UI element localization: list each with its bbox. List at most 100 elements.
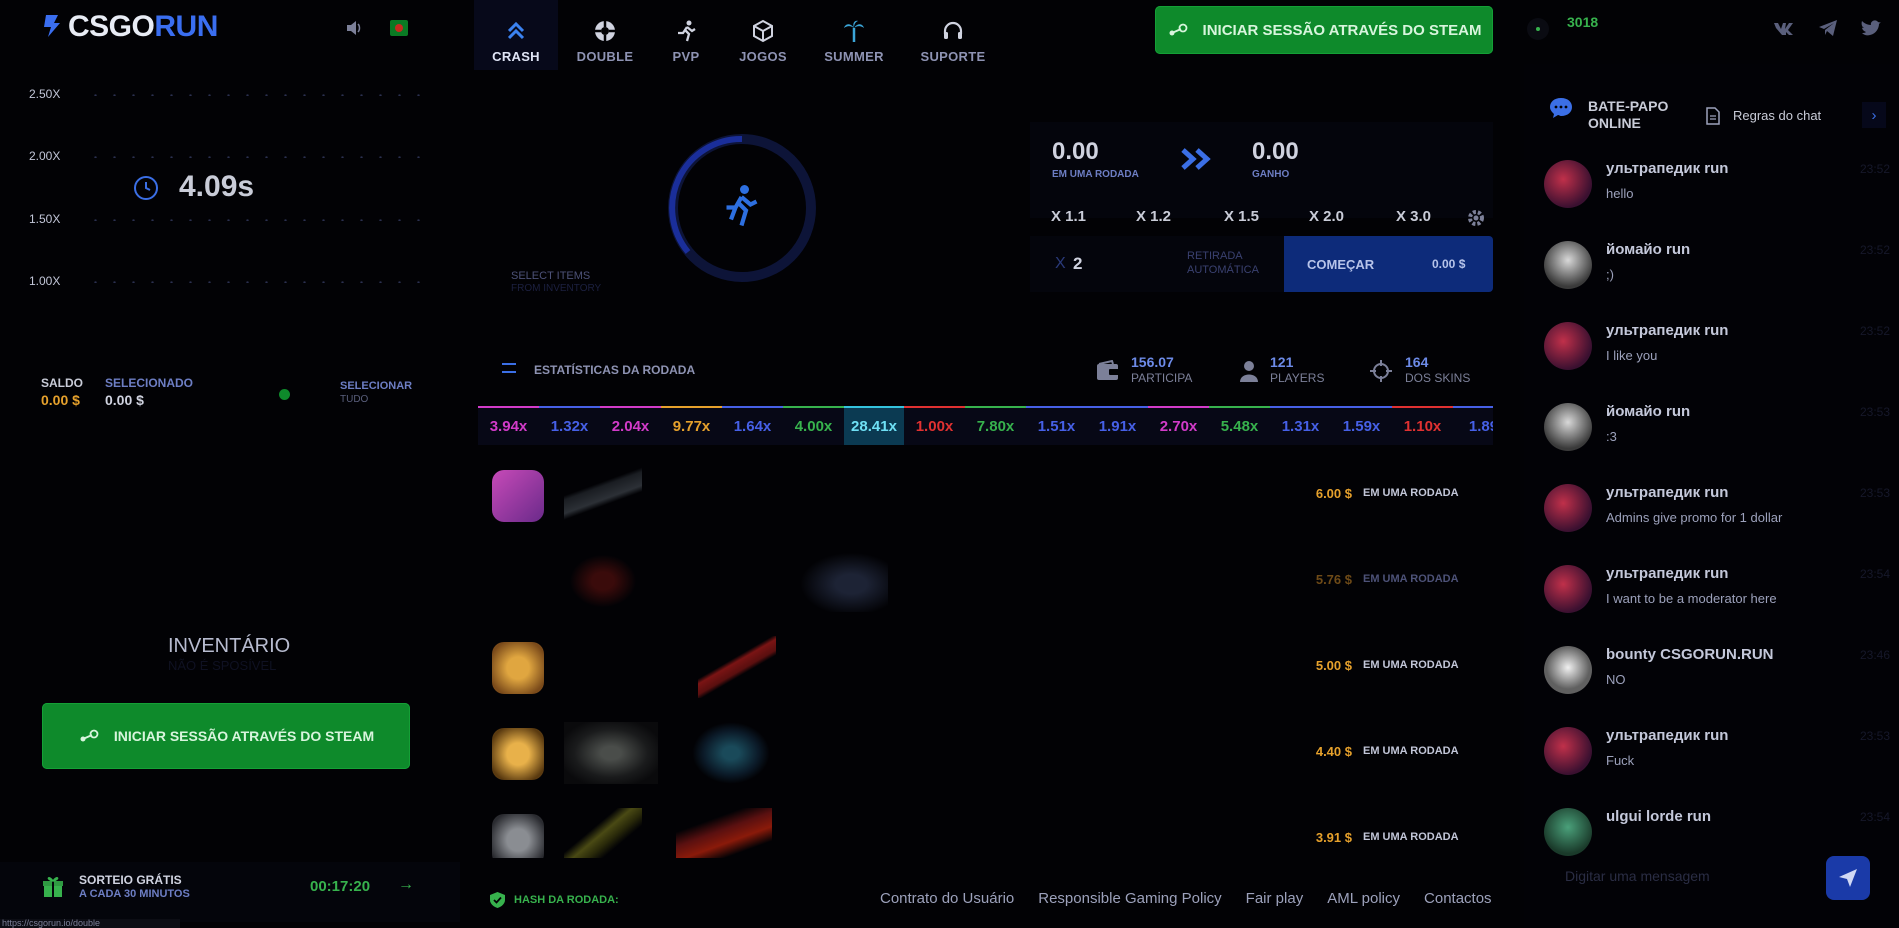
avatar[interactable]	[1544, 322, 1592, 370]
vk-icon[interactable]	[1773, 20, 1795, 36]
avatar[interactable]	[1544, 403, 1592, 451]
avatar[interactable]	[1544, 484, 1592, 532]
chat-rules-link[interactable]: Regras do chat	[1733, 108, 1821, 123]
avatar[interactable]	[1544, 565, 1592, 613]
multiplier-chip: 1.89	[1453, 406, 1493, 445]
nav-suporte[interactable]: SUPORTE	[912, 0, 994, 70]
quick-multiplier-button[interactable]: X 2.0	[1309, 208, 1344, 225]
bet-label: EM UMA RODADA	[1363, 487, 1459, 499]
graph-y-label: 1.00X	[29, 274, 61, 288]
bet-amount: 4.40 $	[1315, 744, 1352, 759]
chat-username[interactable]: ulgui lorde run	[1606, 808, 1711, 825]
shield-check-icon	[490, 892, 505, 908]
chat-username[interactable]: ультрапедик run	[1606, 727, 1728, 744]
crosshair-icon	[1370, 360, 1392, 382]
cube-icon	[753, 19, 773, 43]
select-items-hint: SELECT ITEMS	[511, 270, 591, 282]
footer-links: Contrato do Usuário Responsible Gaming P…	[880, 890, 1492, 907]
inventory-title: INVENTÁRIO	[168, 635, 291, 657]
stat-players: 121	[1270, 354, 1294, 370]
nav-double[interactable]: DOUBLE	[570, 0, 640, 70]
auto-cashout-prefix: X	[1055, 255, 1066, 272]
nav-summer[interactable]: SUMMER	[815, 0, 893, 70]
chat-title: BATE-PAPO ONLINE	[1588, 98, 1669, 131]
quick-multiplier-button[interactable]: X 1.1	[1051, 208, 1086, 225]
chat-username[interactable]: ультрапедик run	[1606, 160, 1728, 177]
skin-image	[564, 722, 658, 784]
start-button-amount: 0.00 $	[1432, 257, 1466, 271]
chat-username[interactable]: ультрапедик run	[1606, 484, 1728, 501]
chat-username[interactable]: йомайо run	[1606, 241, 1690, 258]
graph-y-label: 2.50X	[29, 87, 61, 101]
multiplier-chip: 1.91x	[1087, 406, 1148, 445]
quick-multiplier-button[interactable]: X 1.5	[1224, 208, 1259, 225]
chat-username[interactable]: bounty CSGORUN.RUN	[1606, 646, 1774, 663]
multiplier-chip: 7.80x	[965, 406, 1026, 445]
nav-crash[interactable]: CRASH	[474, 0, 558, 70]
nav-pvp[interactable]: PVP	[656, 0, 716, 70]
bet-row: 4.40 $ EM UMA RODADA	[478, 710, 1493, 796]
send-button[interactable]	[1826, 856, 1870, 900]
selected-value: 0.00 $	[105, 392, 144, 408]
telegram-icon[interactable]	[1818, 19, 1838, 37]
multiplier-chip: 1.32x	[539, 406, 600, 445]
avatar[interactable]	[1544, 727, 1592, 775]
user-icon	[1240, 361, 1258, 382]
multiplier-chip: 5.48x	[1209, 406, 1270, 445]
selected-label: SELECIONADO	[105, 376, 194, 390]
double-chevron-right-icon	[1181, 148, 1211, 170]
chevron-right-icon[interactable]: ›	[1862, 102, 1886, 128]
runner-icon	[726, 185, 758, 227]
avatar[interactable]	[1544, 646, 1592, 694]
brand-part-1: CSGO	[68, 10, 155, 43]
bet-row: 3.91 $ EM UMA RODADA	[478, 796, 1493, 858]
gear-icon[interactable]	[1466, 208, 1486, 228]
chat-message-input[interactable]: Digitar uma mensagem	[1555, 855, 1825, 897]
inventory-steam-login-button[interactable]: INICIAR SESSÃO ATRAVÉS DO STEAM	[42, 703, 410, 769]
chat-time: 23:52	[1859, 162, 1890, 176]
balance-value: 0.00 $	[41, 392, 80, 408]
nav-jogos[interactable]: JOGOS	[730, 0, 796, 70]
avatar[interactable]	[1544, 241, 1592, 289]
graph-y-label: 2.00X	[29, 149, 61, 163]
chat-username[interactable]: ультрапедик run	[1606, 565, 1728, 582]
multiplier-chip: 1.31x	[1270, 406, 1331, 445]
chat-text: NO	[1606, 672, 1626, 687]
avatar	[492, 470, 544, 522]
chat-time: 23:54	[1859, 567, 1890, 581]
avatar[interactable]	[1544, 160, 1592, 208]
select-all-button[interactable]: SELECIONAR	[340, 380, 412, 392]
brand-logo[interactable]: CSGORUN	[40, 10, 218, 44]
chat-text: hello	[1606, 186, 1634, 201]
chat-username[interactable]: йомайо run	[1606, 403, 1690, 420]
multiplier-chip: 2.04x	[600, 406, 661, 445]
footer-link[interactable]: Responsible Gaming Policy	[1038, 890, 1221, 907]
footer-link[interactable]: Contrato do Usuário	[880, 890, 1014, 907]
auto-cashout-value[interactable]: 2	[1073, 254, 1082, 274]
footer-link[interactable]: AML policy	[1327, 890, 1400, 907]
twitter-icon[interactable]	[1860, 19, 1882, 37]
footer-link[interactable]: Contactos	[1424, 890, 1492, 907]
speaker-icon[interactable]	[344, 18, 364, 38]
graph-y-label: 1.50X	[29, 212, 61, 226]
bet-stake: 0.00	[1052, 138, 1099, 165]
language-flag-icon[interactable]	[390, 20, 408, 36]
chat-time: 23:46	[1859, 648, 1890, 662]
select-all-sub: TUDO	[340, 394, 369, 405]
graph-gridline	[86, 156, 431, 158]
multiplier-history: 3.94x 1.32x 2.04x 9.77x 1.64x 4.00x 28.41x 1.00…	[478, 406, 1493, 445]
runner-icon	[678, 20, 696, 42]
avatar[interactable]	[1544, 808, 1592, 856]
arrow-right-icon[interactable]: →	[398, 876, 414, 894]
header-steam-login-button[interactable]: INICIAR SESSÃO ATRAVÉS DO STEAM	[1155, 6, 1493, 54]
footer-link[interactable]: Fair play	[1246, 890, 1304, 907]
graph-gridline	[86, 219, 431, 221]
giveaway-timer: 00:17:20	[310, 878, 371, 895]
chat-username[interactable]: ультрапедик run	[1606, 322, 1728, 339]
bet-label: EM UMA RODADA	[1363, 831, 1459, 843]
graph-gridline	[86, 94, 431, 96]
bet-amount: 3.91 $	[1315, 830, 1352, 845]
quick-multiplier-button[interactable]: X 1.2	[1136, 208, 1171, 225]
select-items-subhint: FROM INVENTORY	[511, 283, 602, 294]
quick-multiplier-button[interactable]: X 3.0	[1396, 208, 1431, 225]
